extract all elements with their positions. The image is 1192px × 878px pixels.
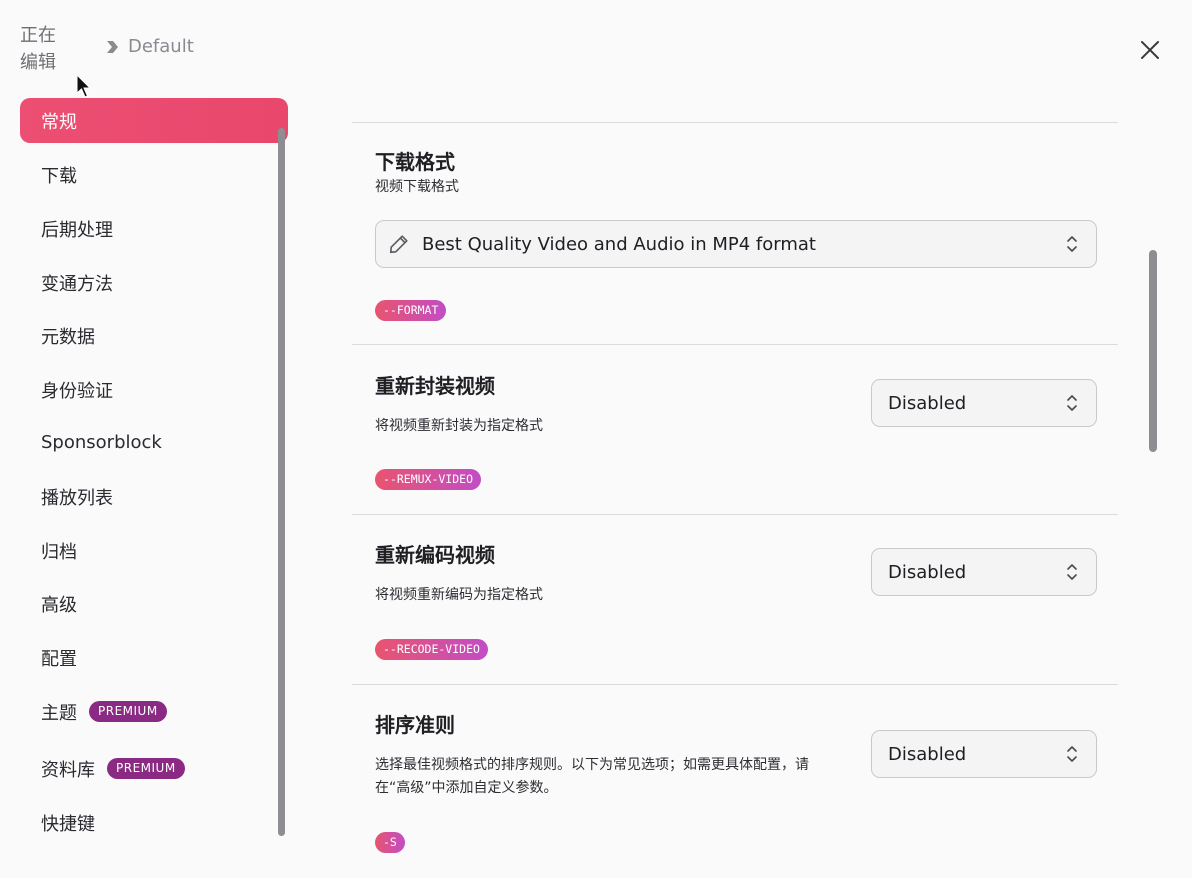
- content-scrollbar[interactable]: [1149, 250, 1157, 452]
- recode-select[interactable]: Disabled: [871, 548, 1097, 596]
- sidebar-item-archive[interactable]: 归档: [20, 528, 288, 573]
- sort-select-value: Disabled: [888, 743, 967, 765]
- chevron-updown-icon: [1067, 395, 1077, 411]
- section-desc-remux: 将视频重新封装为指定格式: [375, 418, 543, 434]
- sidebar-item-workarounds[interactable]: 变通方法: [20, 260, 288, 305]
- sidebar-item-shortcuts[interactable]: 快捷键: [20, 800, 288, 845]
- sidebar-item-download[interactable]: 下载: [20, 152, 288, 197]
- chevron-updown-icon: [1067, 236, 1077, 252]
- sidebar-item-advanced[interactable]: 高级: [20, 581, 288, 626]
- chevron-updown-icon: [1067, 564, 1077, 580]
- close-button[interactable]: [1136, 36, 1164, 64]
- format-select-value: Best Quality Video and Audio in MP4 form…: [422, 233, 816, 255]
- sidebar-item-config[interactable]: 配置: [20, 635, 288, 680]
- divider: [352, 122, 1118, 123]
- flag-tag-sort: -S: [375, 832, 405, 853]
- mouse-cursor-icon: [76, 74, 92, 98]
- flag-tag-remux: --REMUX-VIDEO: [375, 469, 482, 490]
- recode-select-value: Disabled: [888, 561, 967, 583]
- remux-select-value: Disabled: [888, 392, 967, 414]
- settings-content: 下载格式 视频下载格式 Best Quality Video and Audio…: [352, 96, 1120, 878]
- section-title-recode: 重新编码视频: [375, 543, 495, 567]
- sidebar-item-sponsorblock[interactable]: Sponsorblock: [20, 420, 288, 465]
- sidebar-item-postprocessing[interactable]: 后期处理: [20, 206, 288, 251]
- sidebar-item-authentication[interactable]: 身份验证: [20, 367, 288, 412]
- section-title-format: 下载格式: [375, 150, 455, 174]
- breadcrumb: Default: [104, 36, 194, 57]
- divider: [352, 344, 1118, 345]
- settings-sidebar: 常规 下载 后期处理 变通方法 元数据 身份验证 Sponsorblock 播放…: [0, 96, 300, 878]
- sidebar-scrollbar[interactable]: [278, 128, 285, 836]
- editing-label: 正在编辑: [20, 25, 56, 73]
- format-select[interactable]: Best Quality Video and Audio in MP4 form…: [375, 220, 1097, 268]
- sidebar-item-theme[interactable]: 主题 PREMIUM: [20, 689, 288, 734]
- section-desc-sort-line2: 在“高级”中添加自定义参数。: [375, 780, 558, 796]
- section-desc-format: 视频下载格式: [375, 179, 459, 195]
- divider: [352, 684, 1118, 685]
- premium-badge: PREMIUM: [107, 758, 185, 779]
- section-title-sort: 排序准则: [375, 713, 455, 737]
- chevron-right-icon: [107, 40, 118, 53]
- premium-badge: PREMIUM: [89, 701, 167, 722]
- divider: [352, 514, 1118, 515]
- section-title-remux: 重新封装视频: [375, 374, 495, 398]
- flag-tag-format: --FORMAT: [375, 300, 447, 321]
- chevron-updown-icon: [1067, 746, 1077, 762]
- sidebar-item-general[interactable]: 常规: [20, 98, 288, 143]
- sort-select[interactable]: Disabled: [871, 730, 1097, 778]
- flag-tag-recode: --RECODE-VIDEO: [375, 639, 488, 660]
- section-desc-sort-line1: 选择最佳视频格式的排序规则。以下为常见选项；如需更具体配置，请: [375, 757, 809, 773]
- sidebar-item-metadata[interactable]: 元数据: [20, 313, 288, 358]
- breadcrumb-profile[interactable]: Default: [128, 36, 194, 57]
- close-icon[interactable]: [1140, 40, 1160, 60]
- remux-select[interactable]: Disabled: [871, 379, 1097, 427]
- section-desc-recode: 将视频重新编码为指定格式: [375, 587, 543, 603]
- sidebar-item-playlist[interactable]: 播放列表: [20, 474, 288, 519]
- pencil-icon: [389, 235, 408, 254]
- sidebar-item-library[interactable]: 资料库 PREMIUM: [20, 746, 288, 791]
- dialog-header: 正在编辑 Default: [0, 0, 1192, 96]
